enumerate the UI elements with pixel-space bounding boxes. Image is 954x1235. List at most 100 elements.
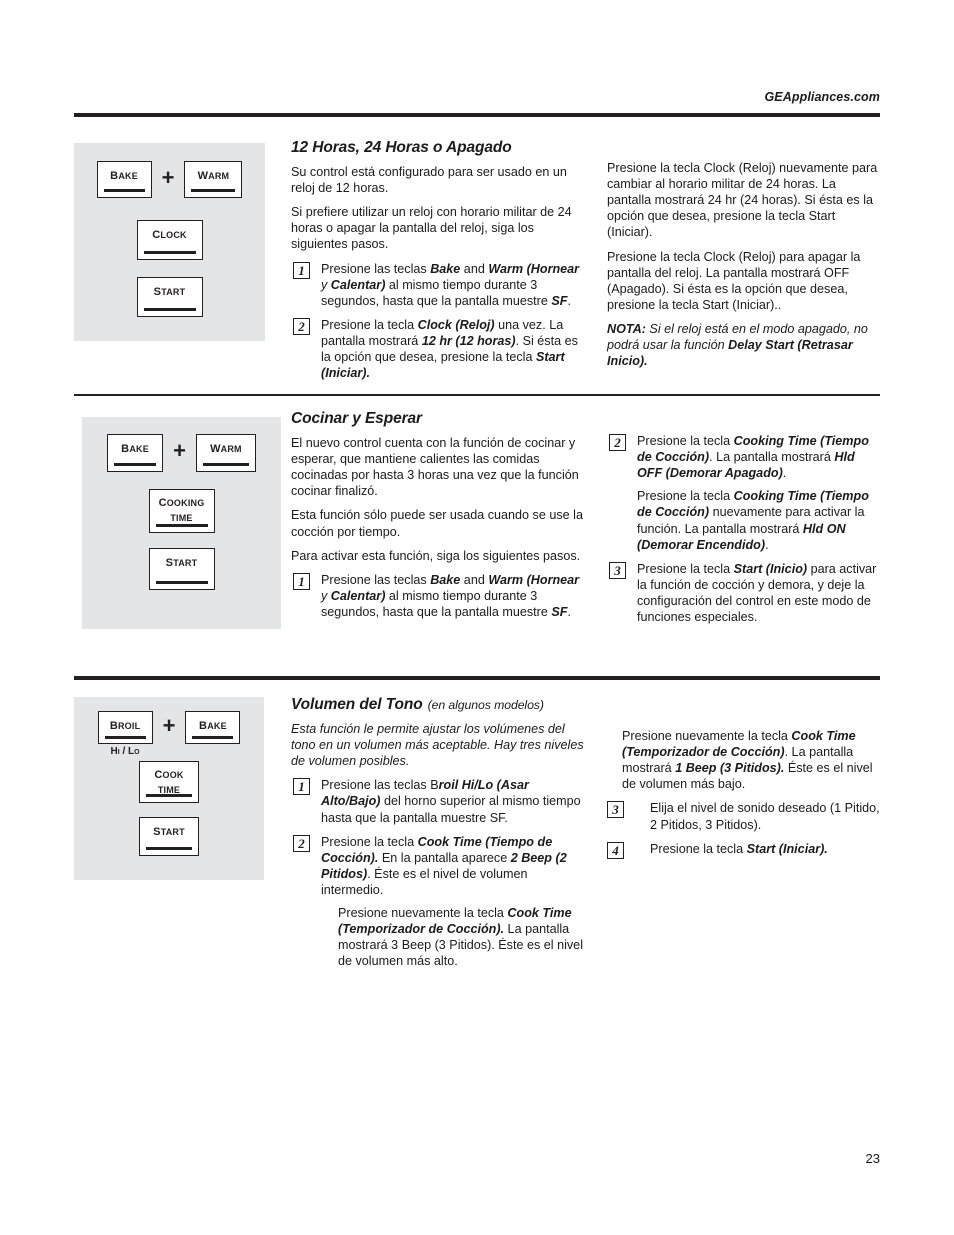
step-subtext: Presione la tecla Cooking Time (Tiempo d… (637, 489, 869, 552)
key-broil-hi-lo[interactable]: Broil (97, 711, 153, 744)
key-clock-label: Clock (152, 225, 187, 242)
key-bake[interactable]: Bake (185, 711, 241, 744)
step-item: 2 Presione la tecla Clock (Reloj) una ve… (291, 317, 586, 381)
key-bake-label: Bake (199, 716, 227, 733)
step-item: 1 Presione las teclas Bake and Warm (Hor… (291, 572, 586, 620)
page-header: GEAppliances.com (74, 88, 880, 106)
body-paragraph: El nuevo control cuenta con la función d… (291, 436, 579, 499)
step-number: 3 (609, 561, 626, 579)
section-title: Volumen del Tono (en algunos modelos) (291, 696, 586, 714)
step-item: 4 Presione la tecla Start (Iniciar). (607, 841, 880, 859)
step-text: Presione la tecla Cook Time (Tiempo de C… (321, 834, 567, 897)
step-text: Presione las teclas Bake and Warm (Horne… (321, 572, 580, 619)
body-paragraph: Su control está configurado para ser usa… (291, 165, 567, 196)
plus-sign: + (162, 712, 176, 738)
step-subtext: Presione nuevamente la tecla Cook Time (… (338, 906, 583, 969)
step-text: Presione las teclas Broil Hi/Lo (Asar Al… (321, 778, 581, 825)
keypad-start-row: Start (74, 817, 264, 856)
key-start[interactable]: Start (139, 817, 199, 856)
note-paragraph: NOTA: Si el reloj está en el modo apagad… (607, 321, 880, 369)
key-cook-time[interactable]: Cook Time (139, 761, 199, 803)
keypad-combo-row: Broil Hi / Lo + Bake (74, 711, 264, 757)
key-warm[interactable]: Warm (195, 434, 256, 472)
key-broil-caption: Hi / Lo (110, 746, 140, 757)
step-number: 2 (293, 317, 310, 335)
key-underline (143, 251, 196, 254)
key-bake-label: Bake (121, 439, 149, 456)
key-start-label: Start (153, 282, 186, 299)
body-paragraph: Presione la tecla Clock (Reloj) para apa… (607, 249, 861, 312)
key-start-label: Start (153, 822, 185, 839)
step-item: 1 Presione las teclas Bake and Warm (Hor… (291, 261, 586, 309)
column-right-twelve-hour: Presione la tecla Clock (Reloj) nuevamen… (607, 160, 880, 369)
step-number: 2 (609, 434, 626, 451)
section-title-main: Volumen del Tono (291, 696, 423, 713)
key-bake[interactable]: Bake (107, 434, 164, 472)
section-title: Cocinar y Esperar (291, 410, 422, 427)
key-warm-label: Warm (197, 166, 230, 183)
step-text: Presione la tecla Start (Iniciar). (650, 841, 828, 856)
body-paragraph: Esta función le permite ajustar los volú… (291, 722, 584, 769)
column-right-tone-volume: Presione nuevamente la tecla Cook Time (… (607, 728, 880, 859)
step-text: Presione la tecla Start (Inicio) para ac… (637, 561, 877, 625)
key-underline (155, 581, 208, 584)
section-title: 12 Horas, 24 Horas o Apagado (291, 139, 512, 156)
step-text: Presione las teclas Bake and Warm (Horne… (321, 261, 580, 308)
step-item: 3 Elija el nivel de sonido deseado (1 Pi… (607, 800, 880, 832)
page-content: GEAppliances.com Bake + Warm Clock (74, 0, 880, 1235)
body-paragraph: Si prefiere utilizar un reloj con horari… (291, 205, 572, 252)
step-item: 3 Presione la tecla Start (Inicio) para … (607, 561, 880, 625)
key-underline (146, 847, 192, 850)
key-broil-wrap: Broil Hi / Lo (97, 711, 153, 757)
keypad-start-row: Start (82, 548, 281, 590)
key-clock[interactable]: Clock (136, 220, 203, 260)
step-number: 1 (293, 572, 310, 590)
keypad-cookingtime-row: Cooking Time (82, 489, 281, 533)
keypad-panel-cook-and-hold: Bake + Warm Cooking Time Start (82, 417, 281, 629)
step-number: 2 (293, 834, 310, 852)
key-underline (202, 463, 249, 466)
step-number: 1 (293, 778, 310, 796)
keypad-combo-row: Bake + Warm (82, 434, 281, 472)
note-label: NOTA: (607, 321, 646, 336)
key-underline (191, 189, 236, 192)
key-underline (114, 463, 157, 466)
site-url: GEAppliances.com (764, 90, 880, 104)
step-number: 3 (607, 801, 624, 819)
plus-sign: + (173, 438, 186, 463)
step-text: Presione la tecla Clock (Reloj) una vez.… (321, 317, 578, 381)
body-paragraph: Esta función sólo puede ser usada cuando… (291, 508, 583, 539)
key-start-label: Start (165, 553, 198, 570)
key-underline (155, 524, 208, 527)
step-number: 1 (293, 261, 310, 279)
key-underline (146, 794, 192, 797)
keypad-panel-twelve-hour: Bake + Warm Clock Start (74, 143, 265, 341)
section-divider-2 (74, 676, 880, 680)
key-cooking-time[interactable]: Cooking Time (148, 489, 215, 533)
column-right-cook-and-hold: 2 Presione la tecla Cooking Time (Tiempo… (607, 433, 880, 625)
key-underline (192, 736, 234, 739)
step-text: Elija el nivel de sonido deseado (1 Piti… (650, 801, 880, 832)
body-paragraph: Para activar esta función, siga los sigu… (291, 548, 581, 563)
step-number: 4 (607, 841, 624, 859)
key-broil-label: Broil (109, 716, 141, 733)
step-item: 2 Presione la tecla Cook Time (Tiempo de… (291, 834, 586, 970)
section-title-sub: (en algunos modelos) (427, 698, 544, 712)
key-underline (143, 308, 196, 311)
key-bake[interactable]: Bake (96, 161, 152, 198)
header-divider (74, 113, 880, 117)
section-divider-1 (74, 394, 880, 396)
column-left-tone-volume: Volumen del Tono (en algunos modelos) Est… (291, 696, 586, 970)
body-paragraph: Presione nuevamente la tecla Cook Time (… (622, 729, 873, 792)
keypad-panel-tone-volume: Broil Hi / Lo + Bake Cook Time (74, 697, 264, 880)
key-start[interactable]: Start (136, 277, 203, 317)
keypad-combo-row: Bake + Warm (74, 161, 265, 198)
plus-sign: + (161, 164, 175, 190)
column-left-cook-and-hold: Cocinar y Esperar El nuevo control cuent… (291, 410, 586, 620)
key-underline (104, 736, 146, 739)
keypad-start-row: Start (74, 277, 265, 317)
key-warm[interactable]: Warm (184, 161, 243, 198)
key-cooking-time-label: Cooking Time (158, 493, 205, 525)
key-start[interactable]: Start (148, 548, 215, 590)
step-text: Presione la tecla Cooking Time (Tiempo d… (637, 434, 869, 481)
